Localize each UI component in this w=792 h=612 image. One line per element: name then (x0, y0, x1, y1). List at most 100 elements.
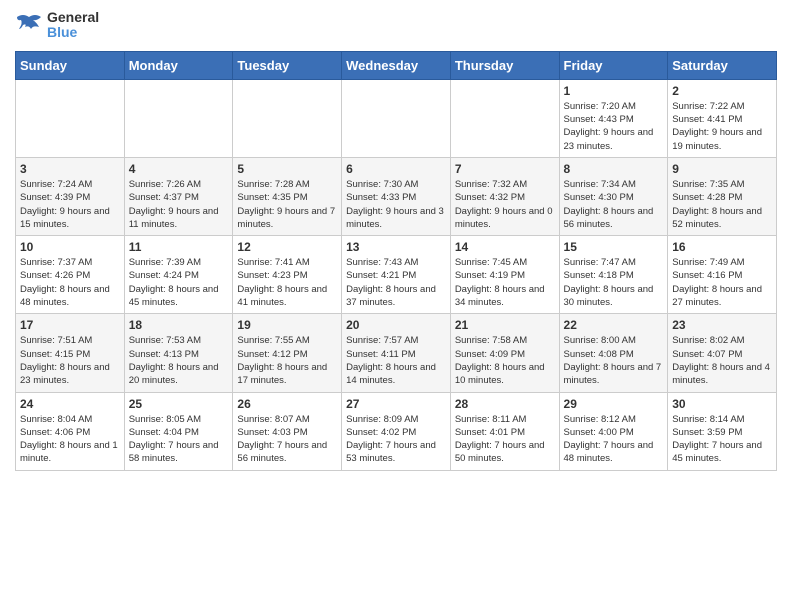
day-info: Sunrise: 8:12 AMSunset: 4:00 PMDaylight:… (564, 413, 664, 466)
calendar-day-cell: 30 Sunrise: 8:14 AMSunset: 3:59 PMDayligh… (668, 392, 777, 470)
day-number: 15 (564, 240, 664, 254)
day-info: Sunrise: 7:30 AMSunset: 4:33 PMDaylight:… (346, 178, 446, 231)
calendar-day-cell: 21 Sunrise: 7:58 AMSunset: 4:09 PMDayligh… (450, 314, 559, 392)
day-number: 29 (564, 397, 664, 411)
calendar-day-cell: 29 Sunrise: 8:12 AMSunset: 4:00 PMDayligh… (559, 392, 668, 470)
calendar-day-cell: 26 Sunrise: 8:07 AMSunset: 4:03 PMDayligh… (233, 392, 342, 470)
calendar-day-cell: 5 Sunrise: 7:28 AMSunset: 4:35 PMDaylight… (233, 157, 342, 235)
calendar-day-cell: 1 Sunrise: 7:20 AMSunset: 4:43 PMDaylight… (559, 79, 668, 157)
day-number: 27 (346, 397, 446, 411)
calendar-day-cell: 14Sunrise: 7:45 AMSunset: 4:19 PMDayligh… (450, 236, 559, 314)
calendar-week-row: 1 Sunrise: 7:20 AMSunset: 4:43 PMDaylight… (16, 79, 777, 157)
day-number: 9 (672, 162, 772, 176)
weekday-header-thursday: Thursday (450, 51, 559, 79)
calendar-day-cell: 23Sunrise: 8:02 AMSunset: 4:07 PMDayligh… (668, 314, 777, 392)
day-info: Sunrise: 7:47 AMSunset: 4:18 PMDaylight:… (564, 256, 664, 309)
weekday-header-sunday: Sunday (16, 51, 125, 79)
calendar-week-row: 3Sunrise: 7:24 AMSunset: 4:39 PMDaylight… (16, 157, 777, 235)
day-number: 2 (672, 84, 772, 98)
calendar-day-cell: 25 Sunrise: 8:05 AMSunset: 4:04 PMDayligh… (124, 392, 233, 470)
calendar-empty-cell (233, 79, 342, 157)
day-info: Sunrise: 7:55 AMSunset: 4:12 PMDaylight:… (237, 334, 337, 387)
weekday-header-monday: Monday (124, 51, 233, 79)
day-info: Sunrise: 7:32 AMSunset: 4:32 PMDaylight:… (455, 178, 555, 231)
day-info: Sunrise: 7:49 AMSunset: 4:16 PMDaylight:… (672, 256, 772, 309)
day-info: Sunrise: 8:05 AMSunset: 4:04 PMDaylight:… (129, 413, 229, 466)
day-number: 18 (129, 318, 229, 332)
day-info: Sunrise: 8:04 AMSunset: 4:06 PMDaylight:… (20, 413, 120, 466)
calendar-day-cell: 7 Sunrise: 7:32 AMSunset: 4:32 PMDaylight… (450, 157, 559, 235)
day-info: Sunrise: 7:53 AMSunset: 4:13 PMDaylight:… (129, 334, 229, 387)
weekday-header-row: SundayMondayTuesdayWednesdayThursdayFrid… (16, 51, 777, 79)
calendar-day-cell: 17 Sunrise: 7:51 AMSunset: 4:15 PMDayligh… (16, 314, 125, 392)
calendar-empty-cell (124, 79, 233, 157)
day-info: Sunrise: 7:45 AMSunset: 4:19 PMDaylight:… (455, 256, 555, 309)
day-number: 8 (564, 162, 664, 176)
day-info: Sunrise: 8:07 AMSunset: 4:03 PMDaylight:… (237, 413, 337, 466)
logo-general: General (47, 10, 99, 25)
calendar-day-cell: 27 Sunrise: 8:09 AMSunset: 4:02 PMDayligh… (342, 392, 451, 470)
calendar-day-cell: 19 Sunrise: 7:55 AMSunset: 4:12 PMDayligh… (233, 314, 342, 392)
day-info: Sunrise: 7:39 AMSunset: 4:24 PMDaylight:… (129, 256, 229, 309)
calendar-day-cell: 20 Sunrise: 7:57 AMSunset: 4:11 PMDayligh… (342, 314, 451, 392)
day-number: 21 (455, 318, 555, 332)
day-info: Sunrise: 7:57 AMSunset: 4:11 PMDaylight:… (346, 334, 446, 387)
day-info: Sunrise: 7:51 AMSunset: 4:15 PMDaylight:… (20, 334, 120, 387)
day-number: 7 (455, 162, 555, 176)
day-info: Sunrise: 7:43 AMSunset: 4:21 PMDaylight:… (346, 256, 446, 309)
calendar-day-cell: 11 Sunrise: 7:39 AMSunset: 4:24 PMDayligh… (124, 236, 233, 314)
day-number: 25 (129, 397, 229, 411)
calendar-day-cell: 10 Sunrise: 7:37 AMSunset: 4:26 PMDayligh… (16, 236, 125, 314)
logo-blue: Blue (47, 25, 99, 40)
day-number: 28 (455, 397, 555, 411)
calendar-day-cell: 2Sunrise: 7:22 AMSunset: 4:41 PMDaylight… (668, 79, 777, 157)
calendar-day-cell: 18 Sunrise: 7:53 AMSunset: 4:13 PMDayligh… (124, 314, 233, 392)
calendar-empty-cell (450, 79, 559, 157)
day-info: Sunrise: 8:00 AMSunset: 4:08 PMDaylight:… (564, 334, 664, 387)
day-number: 30 (672, 397, 772, 411)
day-info: Sunrise: 8:09 AMSunset: 4:02 PMDaylight:… (346, 413, 446, 466)
calendar-week-row: 24Sunrise: 8:04 AMSunset: 4:06 PMDayligh… (16, 392, 777, 470)
calendar-week-row: 10 Sunrise: 7:37 AMSunset: 4:26 PMDayligh… (16, 236, 777, 314)
day-number: 13 (346, 240, 446, 254)
day-info: Sunrise: 7:20 AMSunset: 4:43 PMDaylight:… (564, 100, 664, 153)
day-number: 12 (237, 240, 337, 254)
day-info: Sunrise: 7:37 AMSunset: 4:26 PMDaylight:… (20, 256, 120, 309)
day-number: 22 (564, 318, 664, 332)
day-number: 17 (20, 318, 120, 332)
calendar-empty-cell (342, 79, 451, 157)
calendar-day-cell: 13 Sunrise: 7:43 AMSunset: 4:21 PMDayligh… (342, 236, 451, 314)
day-info: Sunrise: 8:14 AMSunset: 3:59 PMDaylight:… (672, 413, 772, 466)
day-number: 16 (672, 240, 772, 254)
day-number: 1 (564, 84, 664, 98)
calendar-day-cell: 8Sunrise: 7:34 AMSunset: 4:30 PMDaylight… (559, 157, 668, 235)
calendar-day-cell: 6Sunrise: 7:30 AMSunset: 4:33 PMDaylight… (342, 157, 451, 235)
day-number: 5 (237, 162, 337, 176)
calendar-day-cell: 16 Sunrise: 7:49 AMSunset: 4:16 PMDayligh… (668, 236, 777, 314)
day-number: 26 (237, 397, 337, 411)
day-info: Sunrise: 7:58 AMSunset: 4:09 PMDaylight:… (455, 334, 555, 387)
day-number: 19 (237, 318, 337, 332)
day-info: Sunrise: 7:26 AMSunset: 4:37 PMDaylight:… (129, 178, 229, 231)
day-number: 23 (672, 318, 772, 332)
weekday-header-wednesday: Wednesday (342, 51, 451, 79)
day-number: 4 (129, 162, 229, 176)
logo-text: General Blue (47, 10, 99, 41)
day-number: 20 (346, 318, 446, 332)
calendar-day-cell: 4 Sunrise: 7:26 AMSunset: 4:37 PMDaylight… (124, 157, 233, 235)
day-number: 11 (129, 240, 229, 254)
calendar-day-cell: 15 Sunrise: 7:47 AMSunset: 4:18 PMDayligh… (559, 236, 668, 314)
day-info: Sunrise: 8:11 AMSunset: 4:01 PMDaylight:… (455, 413, 555, 466)
calendar-week-row: 17 Sunrise: 7:51 AMSunset: 4:15 PMDayligh… (16, 314, 777, 392)
day-number: 10 (20, 240, 120, 254)
day-info: Sunrise: 7:24 AMSunset: 4:39 PMDaylight:… (20, 178, 120, 231)
logo-container: General Blue (15, 10, 99, 41)
calendar-empty-cell (16, 79, 125, 157)
weekday-header-tuesday: Tuesday (233, 51, 342, 79)
logo-bird-icon (15, 11, 43, 39)
day-info: Sunrise: 7:28 AMSunset: 4:35 PMDaylight:… (237, 178, 337, 231)
calendar-day-cell: 22 Sunrise: 8:00 AMSunset: 4:08 PMDayligh… (559, 314, 668, 392)
calendar-day-cell: 28 Sunrise: 8:11 AMSunset: 4:01 PMDayligh… (450, 392, 559, 470)
page-header: General Blue (15, 10, 777, 41)
calendar-table: SundayMondayTuesdayWednesdayThursdayFrid… (15, 51, 777, 471)
